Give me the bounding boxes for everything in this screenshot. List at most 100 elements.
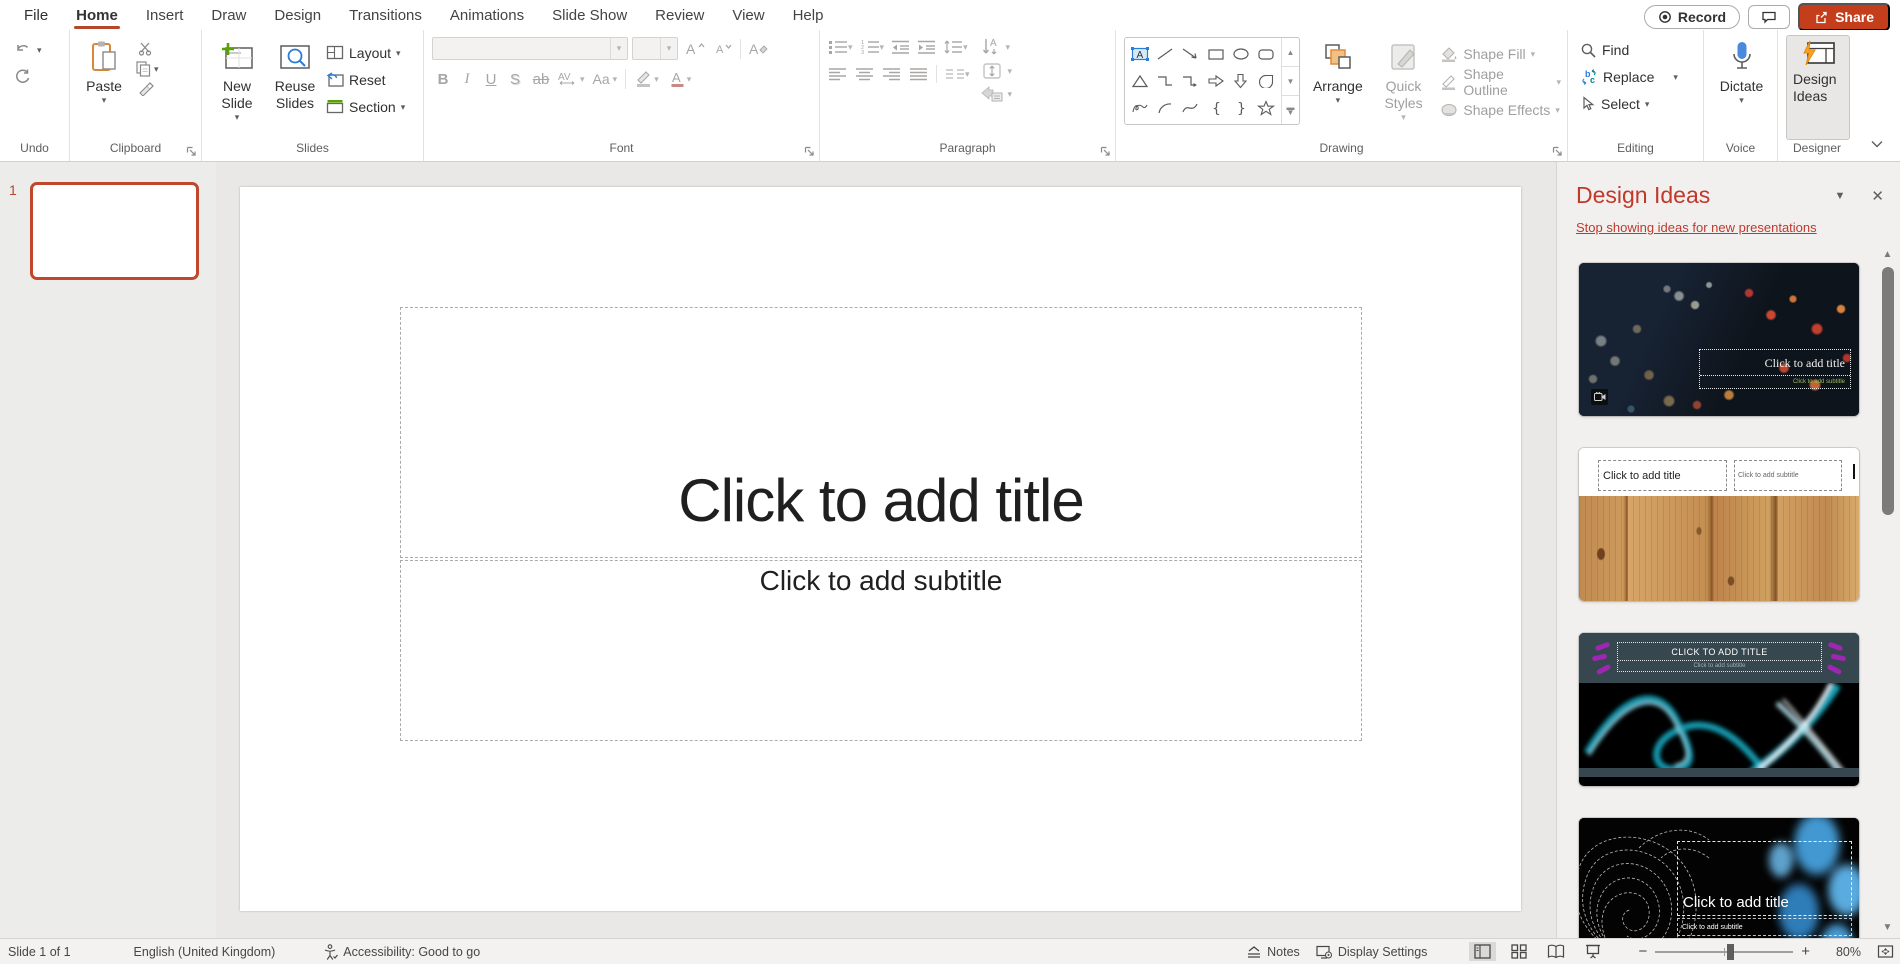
increase-indent-button[interactable] xyxy=(917,39,936,55)
scrollbar-track[interactable] xyxy=(1881,263,1895,920)
text-highlight-color-button[interactable]: ▾ xyxy=(634,70,659,88)
arrange-button[interactable]: Arrange ▾ xyxy=(1309,37,1367,140)
language-status[interactable]: English (United Kingdom) xyxy=(134,945,276,959)
text-direction-button[interactable]: A ▾ xyxy=(980,37,1013,57)
slide-sorter-view-button[interactable] xyxy=(1506,942,1532,961)
shape-star[interactable] xyxy=(1254,95,1279,122)
slide-thumbnail-1[interactable] xyxy=(30,182,199,280)
quick-styles-button[interactable]: Quick Styles ▾ xyxy=(1376,37,1432,140)
text-shadow-button[interactable]: S xyxy=(504,71,526,88)
new-slide-dropdown-chevron[interactable]: ▾ xyxy=(235,112,240,122)
copy-dropdown-chevron[interactable]: ▾ xyxy=(154,64,159,74)
shape-left-brace[interactable]: { xyxy=(1203,95,1228,122)
menu-tab-design[interactable]: Design xyxy=(260,0,335,30)
menu-tab-view[interactable]: View xyxy=(718,0,778,30)
align-left-button[interactable] xyxy=(828,67,847,81)
paste-dropdown-chevron[interactable]: ▾ xyxy=(102,95,107,105)
bullets-button[interactable]: ▾ xyxy=(828,39,853,55)
decrease-indent-button[interactable] xyxy=(891,39,910,55)
shapes-scroll-down-button[interactable]: ▼ xyxy=(1282,66,1299,95)
change-case-button[interactable]: Aa ▾ xyxy=(593,71,618,87)
menu-tab-animations[interactable]: Animations xyxy=(436,0,538,30)
shape-line[interactable] xyxy=(1152,40,1177,67)
record-button[interactable]: Record xyxy=(1644,5,1740,29)
scroll-up-arrow-icon[interactable]: ▲ xyxy=(1883,247,1893,263)
increase-font-size-button[interactable]: A xyxy=(682,41,708,57)
redo-button[interactable] xyxy=(14,64,63,89)
reuse-slides-button[interactable]: Reuse Slides xyxy=(269,37,321,140)
align-right-button[interactable] xyxy=(882,67,901,81)
design-panel-scrollbar[interactable]: ▲ ▼ xyxy=(1878,247,1897,936)
scroll-down-arrow-icon[interactable]: ▼ xyxy=(1883,920,1893,936)
font-size-combobox[interactable]: ▾ xyxy=(632,37,678,60)
shape-triangle[interactable] xyxy=(1127,67,1152,94)
display-settings-button[interactable]: Display Settings xyxy=(1316,945,1428,959)
find-button[interactable]: Find xyxy=(1580,37,1697,62)
design-idea-wood-planks[interactable]: Click to add title Click to add subtitle xyxy=(1579,448,1859,601)
strikethrough-button[interactable]: ab xyxy=(528,71,554,88)
undo-button[interactable]: ▾ xyxy=(14,37,63,62)
menu-tab-review[interactable]: Review xyxy=(641,0,718,30)
shape-elbow-connector[interactable] xyxy=(1152,67,1177,94)
panel-options-chevron-icon[interactable]: ▼ xyxy=(1835,190,1846,202)
shapes-more-button[interactable]: ▬▼ xyxy=(1282,95,1299,124)
italic-button[interactable]: I xyxy=(456,71,478,88)
menu-tab-insert[interactable]: Insert xyxy=(132,0,198,30)
shape-teardrop[interactable] xyxy=(1254,67,1279,94)
copy-button[interactable] xyxy=(135,60,151,77)
dictate-button[interactable]: Dictate ▾ xyxy=(1714,37,1770,140)
clear-formatting-button[interactable]: A xyxy=(745,41,771,57)
design-idea-bokeh-night-lights[interactable]: Click to add title Click to add subtitle xyxy=(1579,263,1859,416)
collapse-ribbon-button[interactable] xyxy=(1870,135,1884,153)
menu-tab-slide-show[interactable]: Slide Show xyxy=(538,0,641,30)
subtitle-placeholder[interactable]: Click to add subtitle xyxy=(400,560,1362,741)
menu-tab-help[interactable]: Help xyxy=(779,0,838,30)
shape-rectangle[interactable] xyxy=(1203,40,1228,67)
shape-right-arrow[interactable] xyxy=(1203,67,1228,94)
undo-dropdown-chevron[interactable]: ▾ xyxy=(37,45,42,55)
zoom-level[interactable]: 80% xyxy=(1836,945,1861,959)
justify-button[interactable] xyxy=(909,67,928,81)
shape-effects-button[interactable]: Shape Effects▾ xyxy=(1440,97,1561,123)
design-idea-light-swirls[interactable]: CLICK TO ADD TITLE Click to add subtitle xyxy=(1579,633,1859,786)
fit-slide-to-window-button[interactable] xyxy=(1877,944,1894,959)
section-button[interactable]: Section ▾ xyxy=(326,94,405,119)
title-placeholder[interactable]: Click to add title xyxy=(400,307,1362,558)
scrollbar-thumb[interactable] xyxy=(1882,267,1894,515)
clipboard-dialog-launcher[interactable] xyxy=(184,144,198,158)
shape-arrow[interactable] xyxy=(1178,40,1203,67)
design-ideas-button[interactable]: Design Ideas xyxy=(1786,35,1850,140)
reading-view-button[interactable] xyxy=(1542,942,1570,961)
font-name-combobox[interactable]: ▾ xyxy=(432,37,628,60)
paste-button[interactable]: Paste ▾ xyxy=(78,37,130,140)
layout-button[interactable]: Layout ▾ xyxy=(326,40,405,65)
zoom-out-button[interactable]: − xyxy=(1638,943,1647,960)
shape-fill-button[interactable]: Shape Fill▾ xyxy=(1440,41,1561,67)
cut-button[interactable] xyxy=(135,41,159,56)
shape-scribble[interactable] xyxy=(1127,95,1152,122)
shape-down-arrow[interactable] xyxy=(1228,67,1253,94)
menu-tab-file[interactable]: File xyxy=(10,0,62,30)
line-spacing-button[interactable]: ▾ xyxy=(943,39,968,55)
shapes-scroll-up-button[interactable]: ▲ xyxy=(1282,38,1299,66)
comments-button[interactable] xyxy=(1748,5,1790,29)
slide-editing-surface[interactable]: Click to add title Click to add subtitle xyxy=(240,187,1521,911)
design-idea-topographic-flowers[interactable]: Click to add title Click to add subtitle xyxy=(1579,818,1859,938)
menu-tab-transitions[interactable]: Transitions xyxy=(335,0,436,30)
shape-rounded-rectangle[interactable] xyxy=(1254,40,1279,67)
shape-outline-button[interactable]: Shape Outline▾ xyxy=(1440,69,1561,95)
font-color-button[interactable]: A ▾ xyxy=(669,70,692,88)
zoom-slider-thumb[interactable] xyxy=(1727,944,1734,960)
select-button[interactable]: Select ▾ xyxy=(1580,91,1697,116)
share-button[interactable]: Share xyxy=(1798,3,1890,31)
shape-oval[interactable] xyxy=(1228,40,1253,67)
menu-tab-home[interactable]: Home xyxy=(62,0,132,30)
align-center-button[interactable] xyxy=(855,67,874,81)
replace-button[interactable]: bc Replace ▾ xyxy=(1580,64,1697,89)
convert-to-smartart-button[interactable]: ▾ xyxy=(980,85,1013,103)
slide-count[interactable]: Slide 1 of 1 xyxy=(8,945,71,959)
shape-elbow-arrow-connector[interactable] xyxy=(1178,67,1203,94)
menu-tab-draw[interactable]: Draw xyxy=(197,0,260,30)
accessibility-status[interactable]: Accessibility: Good to go xyxy=(323,944,480,960)
stop-showing-ideas-link[interactable]: Stop showing ideas for new presentations xyxy=(1576,220,1900,235)
